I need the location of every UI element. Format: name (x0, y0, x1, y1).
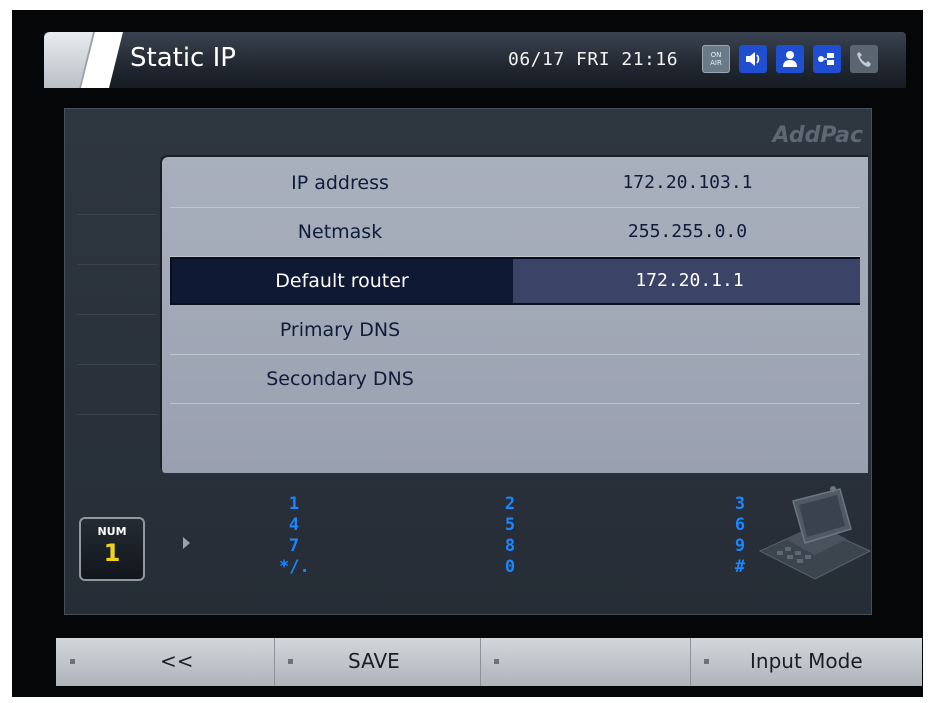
divider (77, 414, 157, 415)
save-button[interactable]: SAVE (274, 638, 481, 686)
brand-logo: AddPac (772, 123, 863, 148)
keypad-key: 5 (504, 515, 516, 535)
softkey-empty[interactable] (480, 638, 691, 686)
back-label: << (160, 649, 194, 673)
setting-row-default-router[interactable]: Default router 172.20.1.1 (170, 257, 860, 305)
back-button[interactable]: << (56, 638, 275, 686)
on-air-icon: ON AIR (702, 45, 730, 73)
setting-row-secondary-dns[interactable]: Secondary DNS (170, 355, 860, 404)
softkey-marker (70, 659, 75, 664)
keypad-key: 1 (288, 494, 300, 514)
divider (77, 214, 157, 215)
keypad-key: 0 (504, 557, 516, 577)
softkey-marker (288, 659, 293, 664)
clock: 06/17 FRI 21:16 (508, 49, 679, 70)
videophone-icon (758, 486, 872, 580)
setting-value: 255.255.0.0 (627, 221, 748, 242)
setting-label: Default router (275, 270, 409, 292)
setting-row-netmask[interactable]: Netmask 255.255.0.0 (170, 208, 860, 257)
save-label: SAVE (348, 649, 400, 673)
setting-label: Netmask (297, 221, 383, 243)
input-mode-button[interactable]: Input Mode (690, 638, 898, 686)
divider (77, 364, 157, 365)
page-title: Static IP (130, 43, 236, 73)
title-tab (44, 32, 102, 88)
keypad-key: 7 (288, 536, 300, 556)
network-icon[interactable] (813, 45, 841, 73)
softkey-marker (704, 659, 709, 664)
settings-table: IP address 172.20.103.1 Netmask 255.255.… (160, 155, 868, 473)
input-mode-button-label: Input Mode (750, 649, 863, 673)
keypad-key: 6 (734, 515, 746, 535)
title-bar: Static IP 06/17 FRI 21:16 ON AIR (44, 32, 906, 88)
setting-label: Secondary DNS (266, 368, 414, 390)
setting-value[interactable]: 172.20.1.1 (517, 270, 862, 291)
on-air-label: ON AIR (710, 51, 722, 67)
keypad-key: 8 (504, 536, 516, 556)
setting-label: IP address (291, 172, 389, 194)
input-mode-value: 1 (103, 539, 121, 567)
setting-row-ip-address[interactable]: IP address 172.20.103.1 (170, 159, 860, 208)
settings-panel: AddPac IP address 172.20.103.1 Netmask 2… (64, 108, 872, 615)
input-mode-label: NUM (97, 525, 127, 538)
keypad-key: 4 (288, 515, 300, 535)
input-mode-indicator: NUM 1 (79, 517, 145, 581)
setting-value: 172.20.103.1 (622, 172, 753, 193)
keypad-key: 2 (504, 494, 516, 514)
softkey-marker (494, 659, 499, 664)
device-screen: Static IP 06/17 FRI 21:16 ON AIR AddPac … (12, 10, 923, 697)
keypad-key: 3 (734, 494, 746, 514)
arrow-right-icon (183, 537, 190, 549)
setting-label: Primary DNS (279, 319, 401, 341)
keypad-key: */. (279, 557, 310, 577)
keypad-key: # (734, 557, 746, 577)
speaker-icon[interactable] (739, 45, 767, 73)
keypad-key: 9 (734, 536, 746, 556)
user-icon[interactable] (776, 45, 804, 73)
softkey-bar: << SAVE Input Mode (56, 638, 922, 686)
setting-row-primary-dns[interactable]: Primary DNS (170, 306, 860, 355)
phone-icon[interactable] (850, 45, 878, 73)
divider (77, 264, 157, 265)
divider (77, 314, 157, 315)
